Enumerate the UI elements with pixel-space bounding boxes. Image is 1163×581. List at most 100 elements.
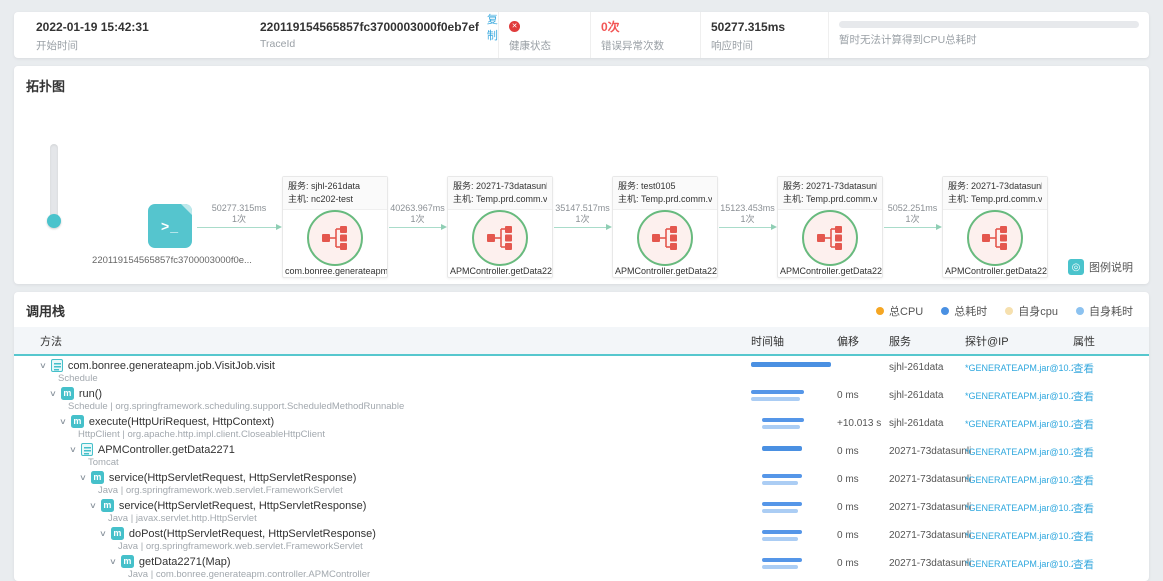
collapse-caret-icon[interactable]: ∨	[109, 557, 117, 566]
node-host: nc202-test	[311, 194, 353, 204]
legend-item: 自身cpu	[1005, 303, 1058, 319]
probe-link[interactable]: *GENERATEAPM.jar@10.241.3.204	[965, 468, 1073, 485]
timeline-bars	[751, 412, 837, 429]
legend-button-label: 图例说明	[1089, 259, 1133, 275]
topology-flow: >_ 220119154565857fc3700003000f0e... 502…	[148, 176, 1048, 278]
view-link[interactable]: 查看	[1073, 412, 1123, 432]
probe-link[interactable]: *GENERATEAPM.jar@10.241.3.204	[965, 524, 1073, 541]
topology-node[interactable]: 服务: 20271-73datasunli 主机: Temp.prd.comm.…	[942, 176, 1048, 278]
service-node-icon[interactable]	[967, 210, 1023, 266]
callstack-table-header: 方法 时间轴 偏移 服务 探针@IP 属性	[14, 327, 1149, 356]
legend-dot-icon	[941, 307, 949, 315]
node-header: 服务: 20271-73datasunli 主机: Temp.prd.comm.…	[943, 177, 1047, 210]
error-count-cell: 0次 错误异常次数	[590, 12, 700, 58]
start-time-value: 2022-01-19 15:42:31	[36, 19, 250, 34]
probe-link[interactable]: *GENERATEAPM.jar@10.241.3.204	[965, 440, 1073, 457]
view-link[interactable]: 查看	[1073, 440, 1123, 460]
legend-help-button[interactable]: ◎ 图例说明	[1068, 259, 1133, 275]
collapse-caret-icon[interactable]: ∨	[79, 473, 87, 482]
trace-id-cell: 220119154565857fc3700003000f0eb7ef 复制 Tr…	[250, 12, 498, 58]
trace-id-label: TraceId	[260, 38, 498, 50]
table-row[interactable]: ∨ m run() Schedule | org.springframework…	[14, 384, 1149, 412]
response-time-value: 50277.315ms	[711, 19, 828, 34]
legend-item: 总耗时	[941, 303, 987, 319]
edge-count: 1次	[212, 214, 267, 225]
topology-edge: 50277.315ms 1次	[196, 197, 282, 257]
service-cell: 20271-73datasunli	[889, 524, 965, 541]
class-icon	[51, 359, 63, 372]
timeline-bar-total	[762, 418, 804, 422]
table-row[interactable]: ∨ m service(HttpServletRequest, HttpServ…	[14, 468, 1149, 496]
probe-link[interactable]: *GENERATEAPM.jar@10.241.3.202	[965, 412, 1073, 429]
view-link[interactable]: 查看	[1073, 552, 1123, 572]
col-offset: 偏移	[837, 333, 889, 349]
topology-node[interactable]: 服务: test0105 主机: Temp.prd.comm.vm.by.idc…	[612, 176, 718, 278]
timeline-bar-total	[762, 558, 802, 562]
node-header: 服务: sjhl-261data 主机: nc202-test	[283, 177, 387, 210]
method-name: execute(HttpUriRequest, HttpContext)	[89, 416, 274, 428]
legend-item-label: 自身耗时	[1089, 303, 1133, 319]
method-cell: ∨ m service(HttpServletRequest, HttpServ…	[40, 468, 751, 496]
node-service: 20271-73datasunli	[806, 181, 877, 191]
copy-trace-button[interactable]: 复制	[487, 11, 498, 43]
legend-item: 自身耗时	[1076, 303, 1133, 319]
node-service-prefix: 服务:	[288, 181, 309, 191]
edge-metrics-label: 50277.315ms 1次	[212, 203, 267, 225]
timeline-bar-total	[751, 390, 804, 394]
collapse-caret-icon[interactable]: ∨	[89, 501, 97, 510]
view-link[interactable]: 查看	[1073, 384, 1123, 404]
table-row[interactable]: ∨ m APMController.getData2271 Tomcat 0 m…	[14, 440, 1149, 468]
collapse-caret-icon[interactable]: ∨	[99, 529, 107, 538]
method-name: service(HttpServletRequest, HttpServletR…	[119, 500, 367, 512]
collapse-caret-icon[interactable]: ∨	[59, 417, 67, 426]
method-icon: m	[111, 527, 124, 540]
node-endpoint-name: com.bonree.generateapm.job.Vis...	[283, 266, 387, 277]
view-link[interactable]: 查看	[1073, 524, 1123, 544]
service-node-icon[interactable]	[637, 210, 693, 266]
zoom-slider-handle[interactable]	[47, 214, 61, 228]
view-link[interactable]: 查看	[1073, 356, 1123, 376]
edge-time: 35147.517ms	[555, 203, 610, 214]
timeline-bar-total	[762, 474, 802, 478]
service-cell: 20271-73datasunli	[889, 468, 965, 485]
table-row[interactable]: ∨ m service(HttpServletRequest, HttpServ…	[14, 496, 1149, 524]
view-link[interactable]: 查看	[1073, 496, 1123, 516]
timeline-bar-self	[762, 565, 798, 569]
node-service-prefix: 服务:	[453, 181, 474, 191]
probe-link[interactable]: *GENERATEAPM.jar@10.241.3.202	[965, 384, 1073, 401]
topology-node[interactable]: 服务: 20271-73datasunli 主机: Temp.prd.comm.…	[777, 176, 883, 278]
edge-line	[554, 227, 607, 228]
service-node-icon[interactable]	[472, 210, 528, 266]
topology-panel: 拓扑图 >_ 220119154565857fc3700003000f0e...…	[14, 66, 1149, 284]
timeline-bar-self	[762, 537, 798, 541]
topology-zoom-slider[interactable]	[50, 144, 58, 222]
probe-link[interactable]: *GENERATEAPM.jar@10.241.3.204	[965, 552, 1073, 569]
method-icon: m	[101, 499, 114, 512]
probe-link[interactable]: *GENERATEAPM.jar@10.241.3.202	[965, 356, 1073, 373]
node-host-prefix: 主机:	[453, 194, 474, 204]
view-link[interactable]: 查看	[1073, 468, 1123, 488]
table-row[interactable]: ∨ m com.bonree.generateapm.job.VisitJob.…	[14, 356, 1149, 384]
topology-node[interactable]: 服务: sjhl-261data 主机: nc202-test com.bonr…	[282, 176, 388, 278]
topology-node[interactable]: 服务: 20271-73datasunli 主机: Temp.prd.comm.…	[447, 176, 553, 278]
timeline-bar-self	[762, 481, 798, 485]
collapse-caret-icon[interactable]: ∨	[39, 361, 47, 370]
collapse-caret-icon[interactable]: ∨	[69, 445, 77, 454]
probe-link[interactable]: *GENERATEAPM.jar@10.241.3.204	[965, 496, 1073, 513]
service-node-icon[interactable]	[307, 210, 363, 266]
trace-detail-page: 2022-01-19 15:42:31 开始时间 220119154565857…	[0, 0, 1163, 581]
tree-structure-icon	[817, 226, 843, 250]
method-subtitle: Java | com.bonree.generateapm.controller…	[40, 569, 751, 580]
edge-count: 1次	[390, 214, 445, 225]
tree-structure-icon	[652, 226, 678, 250]
timeline-bars	[751, 384, 837, 401]
edge-metrics-label: 15123.453ms 1次	[720, 203, 775, 225]
table-row[interactable]: ∨ m getData2271(Map) Java | com.bonree.g…	[14, 552, 1149, 580]
service-node-icon[interactable]	[802, 210, 858, 266]
collapse-caret-icon[interactable]: ∨	[49, 389, 57, 398]
topology-root-node[interactable]: >_ 220119154565857fc3700003000f0e...	[148, 204, 196, 250]
table-row[interactable]: ∨ m execute(HttpUriRequest, HttpContext)…	[14, 412, 1149, 440]
error-status-icon: ✕	[509, 21, 520, 32]
callstack-legend: 总CPU 总耗时 自身cpu 自身耗时	[876, 303, 1133, 319]
table-row[interactable]: ∨ m doPost(HttpServletRequest, HttpServl…	[14, 524, 1149, 552]
